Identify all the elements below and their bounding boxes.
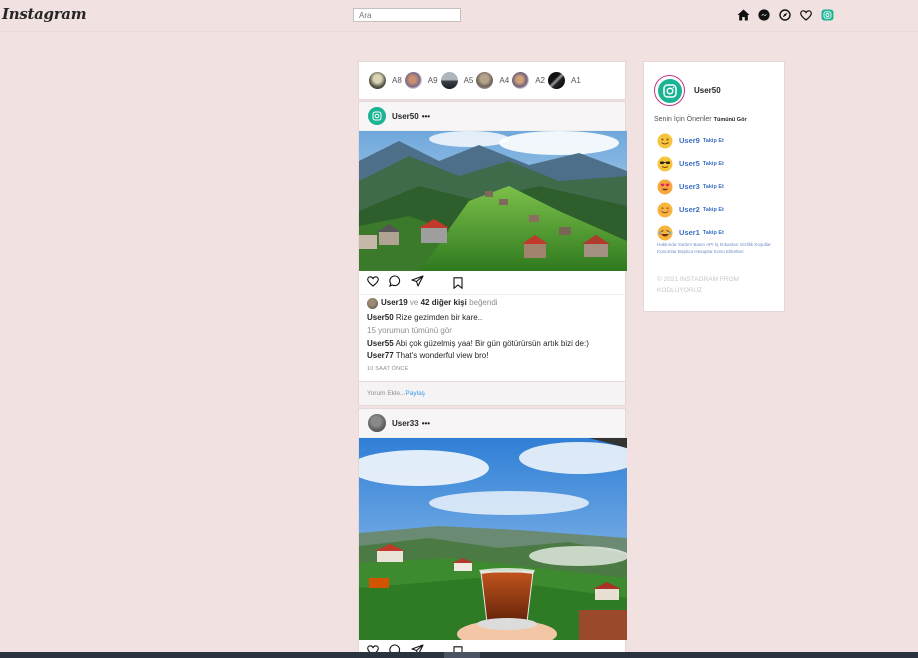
- story-name: A4: [499, 76, 510, 85]
- profile-icon[interactable]: [820, 8, 834, 22]
- sidebar: User50 Senin İçin Öneriler Tümünü Gör Use…: [643, 61, 785, 312]
- story-name: A2: [535, 76, 545, 85]
- post-card: User50 ••• User19 ve 42 diğer kişi beğen…: [358, 101, 627, 406]
- caption: User50 Rize gezimden bir kare..: [367, 312, 483, 322]
- story-name: A8: [392, 76, 402, 85]
- comment-input[interactable]: Yorum Ekle...: [367, 390, 405, 397]
- home-icon[interactable]: [736, 8, 750, 22]
- current-user[interactable]: User50: [654, 75, 721, 106]
- story-avatar: [476, 72, 494, 89]
- messenger-icon[interactable]: [757, 8, 771, 22]
- heart-icon[interactable]: [799, 8, 813, 22]
- story-item[interactable]: A5: [440, 72, 475, 89]
- copyright: © 2021 INSTAGRAM FROM KODLUYORUZ: [657, 276, 739, 294]
- follow-button[interactable]: Takip Et: [703, 138, 724, 144]
- story-avatar: [547, 72, 565, 89]
- more-options-icon[interactable]: •••: [422, 419, 430, 428]
- comment-username[interactable]: User77: [367, 351, 394, 360]
- follow-button[interactable]: Takip Et: [703, 230, 724, 236]
- caption-username[interactable]: User50: [367, 313, 394, 322]
- see-all-link[interactable]: Tümünü Gör: [714, 117, 747, 123]
- story-avatar: [512, 72, 530, 89]
- post-header: User50 •••: [359, 102, 625, 131]
- suggestion-username[interactable]: User3: [679, 182, 700, 191]
- view-all-comments-link[interactable]: 15 yorumun tümünü gör: [367, 325, 617, 338]
- suggestion-username[interactable]: User9: [679, 136, 700, 145]
- suggestion-item: User3 Takip Et: [657, 175, 724, 198]
- liker-avatar: [367, 297, 378, 309]
- heart-eyes-emoji-icon: [657, 179, 673, 194]
- comment-username[interactable]: User55: [367, 339, 394, 348]
- story-item[interactable]: A8: [369, 72, 403, 89]
- suggestions-title: Senin İçin Öneriler Tümünü Gör: [654, 116, 747, 123]
- likes-line: User19 ve 42 diğer kişi beğendi: [367, 297, 617, 310]
- sunglasses-emoji-icon: [657, 156, 673, 171]
- post-header: User33 •••: [359, 409, 625, 438]
- suggestion-item: User5 Takip Et: [657, 152, 724, 175]
- comment: User55 Abi çok güzelmiş yaa! Bir gün göt…: [367, 338, 589, 348]
- current-user-avatar[interactable]: [654, 75, 685, 106]
- story-name: A9: [427, 76, 438, 85]
- grin-emoji-icon: [657, 202, 673, 217]
- story-item[interactable]: A4: [476, 72, 510, 89]
- post-card: User33 •••: [358, 408, 627, 658]
- story-avatar: [404, 72, 422, 89]
- footer-links[interactable]: Hakkında Yardım Basın API İş İmkanları G…: [657, 241, 775, 255]
- story-item[interactable]: A9: [404, 72, 439, 89]
- more-options-icon[interactable]: •••: [422, 112, 430, 121]
- story-item[interactable]: A2: [512, 72, 546, 89]
- suggestion-username[interactable]: User2: [679, 205, 700, 214]
- post-avatar[interactable]: [368, 414, 386, 432]
- suggestions-list: User9 Takip Et User5 Takip Et User3 Taki…: [657, 129, 724, 244]
- top-nav: Instagram: [0, 0, 918, 32]
- suggestion-item: User2 Takip Et: [657, 198, 724, 221]
- post-photo[interactable]: [359, 131, 627, 271]
- post-username[interactable]: User33: [392, 419, 419, 428]
- stories-bar: A8 A9 A5 A4 A2 A1: [358, 61, 626, 100]
- laugh-emoji-icon: [657, 225, 673, 240]
- post-actions: [359, 271, 625, 295]
- search-input[interactable]: [353, 8, 461, 22]
- story-avatar: [440, 72, 458, 89]
- share-button[interactable]: Paylaş: [405, 390, 425, 397]
- likes-count[interactable]: 42 diğer kişi: [421, 298, 467, 307]
- post-username[interactable]: User50: [392, 112, 419, 121]
- follow-button[interactable]: Takip Et: [703, 184, 724, 190]
- post-avatar[interactable]: [368, 107, 386, 125]
- suggestion-item: User9 Takip Et: [657, 129, 724, 152]
- liker-username[interactable]: User19: [381, 298, 408, 307]
- current-username[interactable]: User50: [694, 86, 721, 95]
- comment-bar: Yorum Ekle... Paylaş: [359, 381, 625, 405]
- explore-icon[interactable]: [778, 8, 792, 22]
- share-icon[interactable]: [411, 274, 424, 292]
- post-time: 10 SAAT ÖNCE: [367, 365, 409, 372]
- comment: User77 That's wonderful view bro!: [367, 351, 489, 360]
- taskbar: [0, 652, 918, 658]
- post-photo[interactable]: [359, 438, 627, 640]
- story-item[interactable]: A1: [547, 72, 582, 89]
- bookmark-icon[interactable]: [453, 276, 463, 294]
- suggestion-username[interactable]: User1: [679, 228, 700, 237]
- story-name: A1: [570, 76, 581, 85]
- taskbar-item[interactable]: [444, 652, 480, 658]
- follow-button[interactable]: Takip Et: [703, 207, 724, 213]
- smile-emoji-icon: [657, 133, 673, 148]
- like-icon[interactable]: [367, 274, 379, 292]
- post-body: User19 ve 42 diğer kişi beğendi User50 R…: [359, 295, 625, 381]
- suggestion-username[interactable]: User5: [679, 159, 700, 168]
- comment-icon[interactable]: [389, 274, 401, 292]
- story-name: A5: [463, 76, 474, 85]
- nav-icons: [736, 8, 834, 22]
- follow-button[interactable]: Takip Et: [703, 161, 724, 167]
- story-avatar: [369, 72, 386, 89]
- instagram-logo[interactable]: Instagram: [2, 5, 87, 23]
